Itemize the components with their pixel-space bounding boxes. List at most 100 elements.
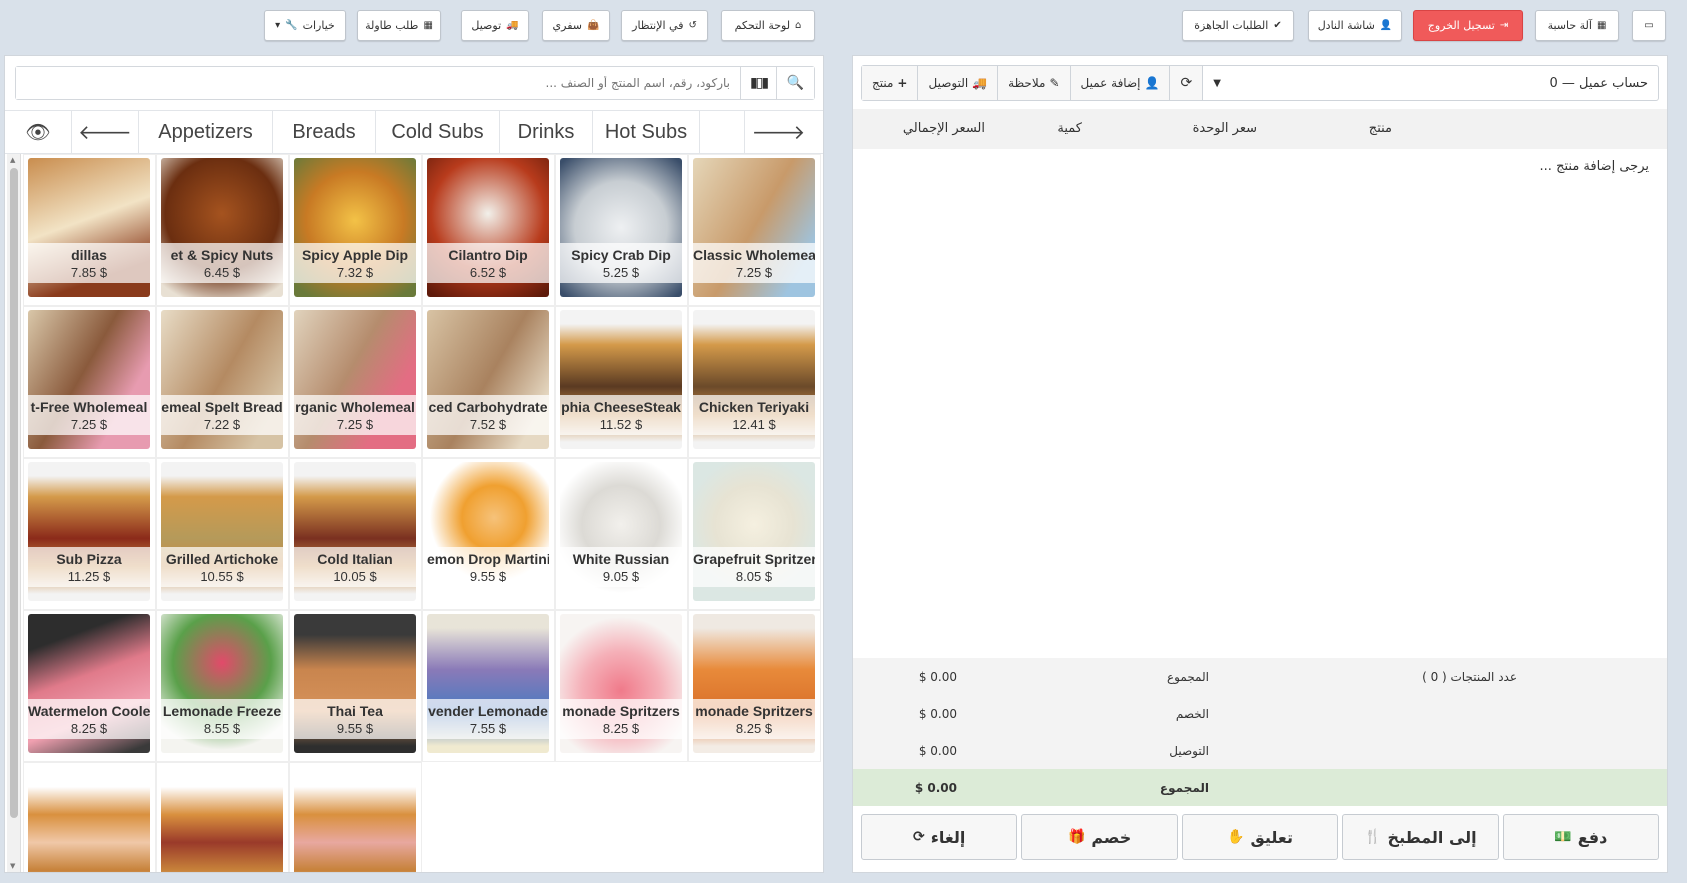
options-button[interactable]: ▾ 🔧 خيارات (264, 10, 346, 41)
product-card[interactable]: Lemonade Freeze 8.55 $ (156, 610, 289, 762)
dashboard-button[interactable]: لوحة التحكم ⌂ (721, 10, 815, 41)
add-customer-button[interactable]: 👤 إضافة عميل (1070, 66, 1171, 100)
takeaway-button[interactable]: سفري 👜 (542, 10, 610, 41)
product-label: Spicy Crab Dip 5.25 $ (560, 243, 682, 283)
product-card[interactable]: بسطرمة (156, 762, 289, 872)
product-image: Cilantro Dip 6.52 $ (427, 158, 549, 297)
product-label: rganic Wholemeal 7.25 $ (294, 395, 416, 435)
product-price: 10.05 $ (333, 568, 377, 584)
cart-panel: حساب عميل — 0 ▼ ⟳ 👤 إضافة عميل ✎ ملاحظة … (852, 55, 1668, 873)
product-label: vender Lemonade 7.55 $ (427, 699, 549, 739)
product-card[interactable]: ced Carbohydrate 7.52 $ (422, 306, 555, 458)
category-breads[interactable]: Breads (273, 111, 376, 153)
product-label: White Russian 9.05 $ (560, 547, 682, 587)
product-card[interactable]: emeal Spelt Bread 7.22 $ (156, 306, 289, 458)
product-card[interactable]: et & Spicy Nuts 6.45 $ (156, 154, 289, 306)
scroll-up-icon: ▲ (10, 156, 16, 164)
add-product-button[interactable]: + منتج (862, 66, 919, 100)
product-card[interactable]: monade Spritzers 8.25 $ (688, 610, 821, 762)
product-price: 12.41 $ (732, 416, 776, 432)
product-card[interactable]: irgina Honey Ham (289, 762, 422, 872)
pay-button[interactable]: دفع 💵 (1502, 814, 1659, 860)
product-card[interactable]: Thai Tea 9.55 $ (289, 610, 422, 762)
eye-button[interactable]: 👁 (5, 111, 72, 153)
category-drinks[interactable]: Drinks (500, 111, 593, 153)
product-card[interactable]: White Russian 9.05 $ (555, 458, 688, 610)
truck-icon: 🚚 (972, 76, 988, 90)
product-card[interactable]: vender Lemonade 7.55 $ (422, 610, 555, 762)
product-label: Cold Italian 10.05 $ (294, 547, 416, 587)
product-price: 8.05 $ (735, 568, 773, 584)
fullscreen-button[interactable]: ▭ (1632, 10, 1666, 41)
product-price: 7.55 $ (469, 720, 507, 736)
suspend-button[interactable]: تعليق ✋ (1181, 814, 1339, 860)
product-label: monade Spritzers 8.25 $ (560, 699, 682, 739)
category-cold-subs[interactable]: Cold Subs (376, 111, 500, 153)
category-hot-subs[interactable]: Hot Subs (593, 111, 700, 153)
refresh-icon: ⟳ (1180, 75, 1193, 91)
chevron-down-icon: ▾ (275, 20, 281, 31)
discount-button[interactable]: خصم 🎁 (1021, 814, 1178, 860)
user-icon: 👤 (1379, 20, 1393, 31)
product-card[interactable]: dillas 7.85 $ (23, 154, 156, 306)
cart-delivery-button[interactable]: 🚚 التوصيل (918, 66, 999, 100)
scrollbar-thumb[interactable] (10, 168, 18, 818)
scrollbar[interactable]: ▲ ▼ (7, 154, 21, 872)
product-card[interactable]: Spicy Apple Dip 7.32 $ (289, 154, 422, 306)
waiting-button[interactable]: في الإنتظار ↺ (621, 10, 708, 41)
product-label: t-Free Wholemeal 7.25 $ (28, 395, 150, 435)
product-card[interactable]: Watermelon Cooler 8.25 $ (23, 610, 156, 762)
ready-orders-button[interactable]: الطلبات الجاهزة ✔ (1182, 10, 1294, 41)
category-appetizers[interactable]: Appetizers (139, 111, 273, 153)
product-card[interactable]: Sub Pizza 11.25 $ (23, 458, 156, 610)
search-button[interactable]: 🔍 (776, 67, 814, 99)
barcode-button[interactable]: ▮▯▮ (740, 67, 776, 99)
refresh-button[interactable]: ⟳ (1170, 66, 1204, 100)
product-name: monade Spritzers (562, 702, 680, 719)
product-image: Chicken Teriyaki 12.41 $ (693, 310, 815, 449)
product-card[interactable]: Spicy Crab Dip 5.25 $ (555, 154, 688, 306)
product-card[interactable]: Chicken Teriyaki 12.41 $ (688, 306, 821, 458)
calculator-button[interactable]: آلة حاسبة ▦ (1535, 10, 1619, 41)
product-image: ked Turkey Breast (28, 766, 150, 872)
product-price: 5.25 $ (602, 264, 640, 280)
category-more[interactable] (700, 111, 745, 153)
table-icon: ▦ (423, 20, 433, 31)
product-card[interactable]: Grilled Artichoke 10.55 $ (156, 458, 289, 610)
product-card[interactable]: monade Spritzers 8.25 $ (555, 610, 688, 762)
delivery-button[interactable]: توصيل 🚚 (461, 10, 529, 41)
product-name: emon Drop Martini (427, 550, 549, 567)
product-card[interactable]: emon Drop Martini 9.55 $ (422, 458, 555, 610)
discount-value: 0.00 $ (918, 707, 957, 721)
product-price: 8.25 $ (70, 720, 108, 736)
product-name: rganic Wholemeal (295, 398, 415, 415)
product-card[interactable]: rganic Wholemeal 7.25 $ (289, 306, 422, 458)
product-card[interactable]: phia CheeseSteak 11.52 $ (555, 306, 688, 458)
next-category-button[interactable]: 🡒 (745, 111, 812, 153)
product-card[interactable]: Classic Wholemeal 7.25 $ (688, 154, 821, 306)
product-name: Thai Tea (327, 702, 383, 719)
table-order-button[interactable]: طلب طاولة ▦ (357, 10, 441, 41)
product-card[interactable]: Grapefruit Spritzer 8.05 $ (688, 458, 821, 610)
prev-category-button[interactable]: 🡐 (72, 111, 139, 153)
product-card[interactable]: t-Free Wholemeal 7.25 $ (23, 306, 156, 458)
product-name: emeal Spelt Bread (161, 398, 283, 415)
customer-select[interactable]: حساب عميل — 0 ▼ (1203, 66, 1658, 100)
search-input[interactable] (16, 67, 740, 99)
product-price: 6.52 $ (469, 264, 507, 280)
caret-down-icon: ▼ (1213, 77, 1221, 89)
waiter-screen-button[interactable]: شاشة النادل 👤 (1308, 10, 1402, 41)
product-card[interactable]: ked Turkey Breast (23, 762, 156, 872)
product-price: 7.32 $ (336, 264, 374, 280)
product-image: White Russian 9.05 $ (560, 462, 682, 601)
product-price: 7.85 $ (70, 264, 108, 280)
cart-toolbar: حساب عميل — 0 ▼ ⟳ 👤 إضافة عميل ✎ ملاحظة … (861, 65, 1659, 101)
product-image: rganic Wholemeal 7.25 $ (294, 310, 416, 449)
logout-button[interactable]: تسجيل الخروج ⇥ (1413, 10, 1523, 41)
product-image: emon Drop Martini 9.55 $ (427, 462, 549, 601)
kitchen-button[interactable]: إلى المطبخ 🍴 (1342, 814, 1499, 860)
cancel-button[interactable]: إلغاء ⟳ (860, 814, 1018, 860)
product-card[interactable]: Cilantro Dip 6.52 $ (422, 154, 555, 306)
note-button[interactable]: ✎ ملاحظة (998, 66, 1071, 100)
product-card[interactable]: Cold Italian 10.05 $ (289, 458, 422, 610)
